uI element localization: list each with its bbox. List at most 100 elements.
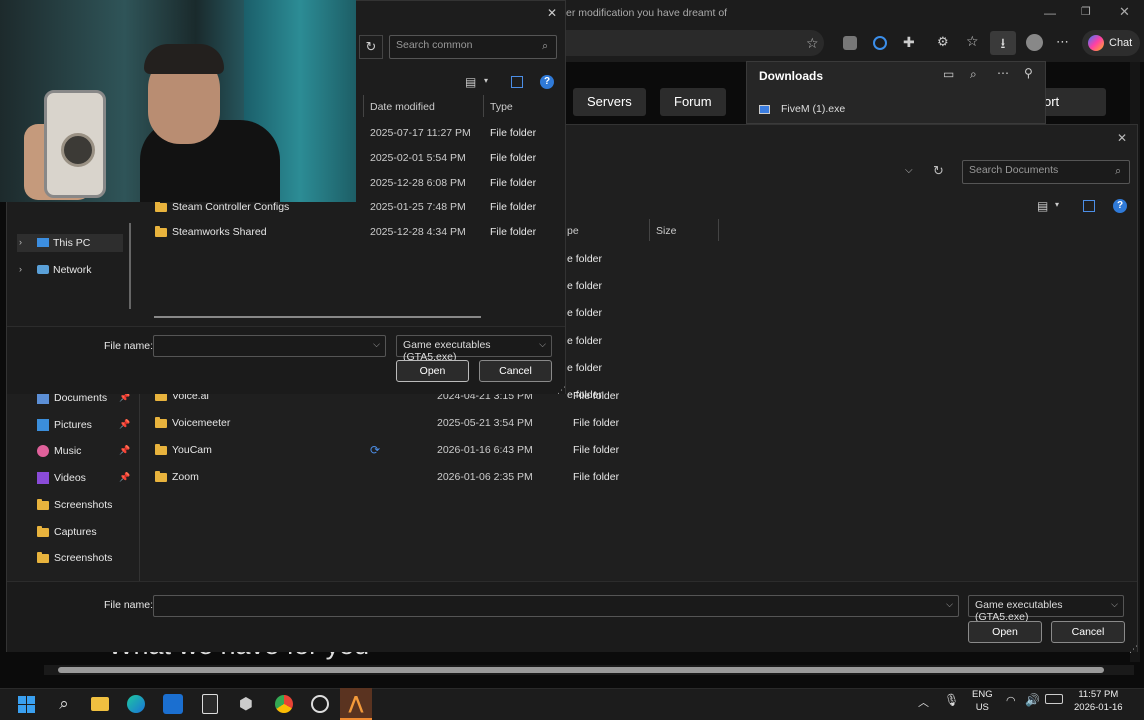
app-icon[interactable] [157,688,189,720]
videos-icon [37,472,49,484]
type-cell: File folder [490,152,537,164]
list-item[interactable]: Zoom [155,466,199,488]
nav-screenshots[interactable]: Screenshots [37,495,112,515]
dialog-close-icon[interactable]: ✕ [1117,131,1127,145]
open-button[interactable]: Open [968,621,1042,643]
puzzle-icon[interactable]: ✚ [903,34,915,51]
dialog-close-icon[interactable]: ✕ [547,6,557,20]
file-explorer-icon[interactable] [84,688,116,720]
nav-network[interactable]: › Network [17,261,123,279]
view-icon[interactable]: ▤ [465,75,476,89]
nav-forum[interactable]: Forum [660,88,726,116]
cancel-button[interactable]: Cancel [479,360,552,382]
view-icon[interactable]: ▤ [1037,199,1048,213]
clock-time: 11:57 PM [1078,689,1119,700]
minimize-icon[interactable]: — [1044,6,1056,20]
file-type-select[interactable]: Game executables (GTA5.exe) ⌵ [968,595,1124,623]
extension2-icon[interactable] [873,36,887,50]
search-placeholder: Search common [396,39,473,51]
favorites-icon[interactable]: ☆ [966,33,979,50]
cancel-button[interactable]: Cancel [1051,621,1125,643]
help-icon[interactable]: ? [540,75,554,89]
start-icon[interactable] [10,688,42,720]
nav-pictures[interactable]: Pictures [37,415,92,435]
nav-support[interactable]: ort [1036,88,1106,116]
window-close-icon[interactable]: ✕ [1119,4,1130,20]
download-icon[interactable]: ⭳ [990,31,1016,55]
steam-icon[interactable]: ⬢ [230,688,262,720]
resize-grip-icon[interactable]: ⋰ [1129,644,1138,655]
list-item[interactable]: YouCam [155,439,212,461]
list-item[interactable]: Steamworks Shared [155,221,267,243]
tray-expand-icon[interactable]: ︿ [918,694,929,710]
language-indicator[interactable]: ENG US [972,688,993,714]
path-dropdown-icon[interactable]: ⌵ [905,165,913,176]
more-icon[interactable]: ⋯ [1056,34,1069,50]
maximize-icon[interactable]: ❐ [1081,5,1091,18]
column-type[interactable]: Type [490,101,513,113]
resize-grip-icon[interactable]: ⋰ [557,385,566,396]
sync-icon: ⟳ [370,443,381,457]
phone [44,90,106,198]
nav-servers[interactable]: Servers [573,88,646,116]
pictures-icon [37,419,49,431]
search-common-input[interactable]: Search common ⌕ [389,35,557,59]
download-file-name[interactable]: FiveM (1).exe [781,103,845,115]
nav-label: Network [53,264,92,276]
file-type-select[interactable]: Game executables (GTA5.exe) ⌵ [396,335,552,363]
edge-icon[interactable] [120,688,152,720]
view-chevron-icon[interactable]: ▾ [484,76,488,85]
column-size[interactable]: Size [656,225,676,237]
search-documents-input[interactable]: Search Documents ⌕ [962,160,1130,184]
extension-icon[interactable] [843,36,857,50]
folder-open-icon[interactable]: ▭ [943,67,954,81]
extension3-icon[interactable]: ⚙ [937,34,949,50]
help-icon[interactable]: ? [1113,199,1127,213]
fivem-icon[interactable]: ⋀ [340,688,372,720]
date-cell: 2025-07-17 11:27 PM [370,127,471,139]
nav-music[interactable]: Music [37,441,81,461]
nav-scrollbar[interactable] [129,223,131,309]
chrome-icon[interactable] [268,688,300,720]
list-scrollbar[interactable] [154,316,481,318]
nav-videos[interactable]: Videos [37,468,86,488]
nav-captures[interactable]: Captures [37,522,97,542]
date-cell: 2025-12-28 4:34 PM [370,226,466,238]
preview-pane-icon[interactable] [511,76,523,88]
pin-icon[interactable]: ⚲ [1024,66,1033,80]
column-date-modified[interactable]: Date modified [370,101,435,113]
scrollbar-thumb[interactable] [58,667,1104,673]
microphone-icon[interactable]: 🎙 [944,693,959,707]
copilot-chat-button[interactable]: Chat [1082,30,1140,56]
nav-screenshots-2[interactable]: Screenshots [37,548,112,568]
clock[interactable]: 11:57 PM 2026-01-16 [1074,688,1123,714]
chevron-right-icon[interactable]: › [19,264,22,274]
search-icon[interactable]: ⌕ [970,67,977,82]
battery-icon[interactable] [1045,694,1063,704]
type-cell: File folder [573,471,620,483]
file-name-input[interactable]: ⌵ [153,335,386,357]
nav-this-pc[interactable]: › This PC [17,234,123,252]
volume-icon[interactable]: 🔊 [1025,693,1040,707]
refresh-icon[interactable]: ↻ [933,163,944,179]
view-chevron-icon[interactable]: ▾ [1055,200,1059,209]
date-cell: 2025-05-21 3:54 PM [437,417,533,429]
recording-app-icon[interactable] [304,688,336,720]
more-options-icon[interactable]: ⋯ [997,66,1009,80]
profile-avatar[interactable] [1026,34,1043,51]
column-divider [718,219,719,241]
favorite-star-icon[interactable]: ☆ [806,35,819,52]
type-cell: File folder [573,390,620,402]
epic-games-icon[interactable] [194,688,226,720]
list-item[interactable]: Voicemeeter [155,412,230,434]
wifi-icon[interactable]: ◠ [1006,694,1016,707]
refresh-icon[interactable]: ↻ [359,35,383,59]
file-name-input[interactable]: ⌵ [153,595,959,617]
search-icon[interactable]: ⌕ [48,688,80,720]
horizontal-scrollbar[interactable] [44,665,1134,675]
chevron-right-icon[interactable]: › [19,237,22,247]
open-button[interactable]: Open [396,360,469,382]
column-type[interactable]: pe [567,225,579,237]
page-text-top: er modification you have dreamt of [566,7,728,19]
preview-pane-icon[interactable] [1083,200,1095,212]
